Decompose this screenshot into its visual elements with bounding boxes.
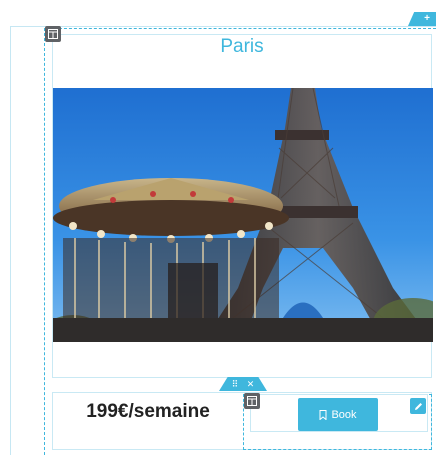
plus-icon: +	[424, 13, 430, 24]
close-icon[interactable]: ✕	[247, 379, 255, 389]
paris-photo	[53, 88, 433, 342]
edit-button[interactable]	[410, 398, 426, 414]
paris-photo-graphic	[53, 88, 433, 342]
price-text: 199€/semaine	[86, 401, 210, 422]
book-button[interactable]: Book	[298, 398, 378, 431]
column-handle-icon	[247, 396, 257, 406]
bookmark-icon	[319, 409, 327, 420]
drag-handle-icon[interactable]: ⠿	[232, 379, 239, 389]
card-title: Paris	[220, 36, 264, 57]
pencil-icon	[414, 402, 422, 410]
add-section-button[interactable]: +	[408, 12, 436, 26]
book-button-label: Book	[331, 408, 357, 421]
column-handle-button[interactable]	[244, 393, 260, 409]
